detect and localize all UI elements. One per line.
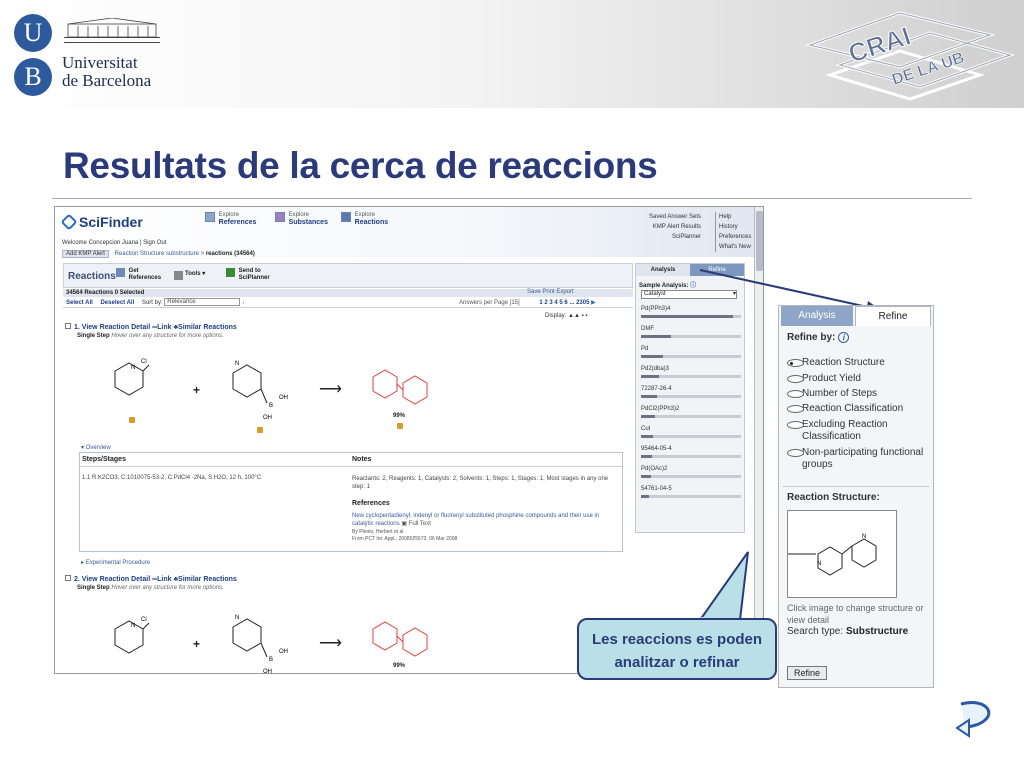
radio-icon[interactable] (787, 421, 804, 429)
refine-panel-tabs: Analysis Refine (781, 306, 931, 326)
tab-analysis[interactable]: Analysis (781, 306, 853, 326)
tab-refine[interactable]: Refine (855, 306, 931, 326)
refine-option-label: Non-participating functional groups (802, 447, 924, 470)
search-type-value: Substructure (845, 626, 909, 637)
refine-option-number-of-steps[interactable]: Number of Steps (787, 388, 929, 400)
callout-line2: analitzar o refinar (614, 654, 740, 671)
refine-button[interactable]: Refine (787, 666, 827, 680)
refine-option-label: Product Yield (802, 373, 861, 384)
callout-line1: Les reaccions es poden (591, 631, 763, 648)
search-type-label: Search type: (787, 626, 844, 637)
radio-icon[interactable] (787, 405, 804, 413)
refine-option-label: Number of Steps (802, 388, 878, 399)
svg-text:N: N (862, 534, 866, 540)
callout-text: Les reaccions es poden analitzar o refin… (579, 628, 775, 674)
refine-by-text: Refine by: (787, 332, 836, 343)
radio-icon[interactable] (787, 359, 804, 367)
radio-icon[interactable] (787, 375, 804, 383)
reaction-structure-image[interactable]: N N (787, 510, 897, 598)
product-structure: N N (788, 534, 877, 576)
refine-divider (783, 486, 929, 487)
callout-box: Les reaccions es poden analitzar o refin… (577, 618, 777, 680)
callout-pointer (698, 551, 749, 621)
radio-icon[interactable] (787, 390, 804, 398)
refine-option-product-yield[interactable]: Product Yield (787, 373, 929, 385)
return-arrow-icon[interactable] (955, 698, 995, 740)
reaction-structure-label: Reaction Structure: (787, 492, 880, 503)
search-type: Search type: Substructure (787, 626, 908, 637)
refine-panel: Analysis Refine Refine by: i Reaction Str… (778, 305, 934, 688)
refine-option-non-participating-groups[interactable]: Non-participating functional groups (787, 447, 929, 471)
structure-click-hint: Click image to change structure or view … (787, 603, 924, 625)
refine-option-reaction-classification[interactable]: Reaction Classification (787, 403, 929, 415)
svg-text:N: N (817, 561, 821, 567)
info-icon[interactable]: i (838, 332, 850, 343)
refine-option-label: Reaction Structure (802, 357, 885, 368)
refine-option-label: Reaction Classification (802, 403, 904, 414)
refine-option-label: Excluding Reaction Classification (802, 419, 888, 442)
refine-option-excluding-classification[interactable]: Excluding Reaction Classification (787, 419, 929, 443)
refine-by-label: Refine by: i (787, 332, 850, 343)
radio-icon[interactable] (787, 449, 804, 457)
refine-option-reaction-structure[interactable]: Reaction Structure (787, 357, 929, 369)
